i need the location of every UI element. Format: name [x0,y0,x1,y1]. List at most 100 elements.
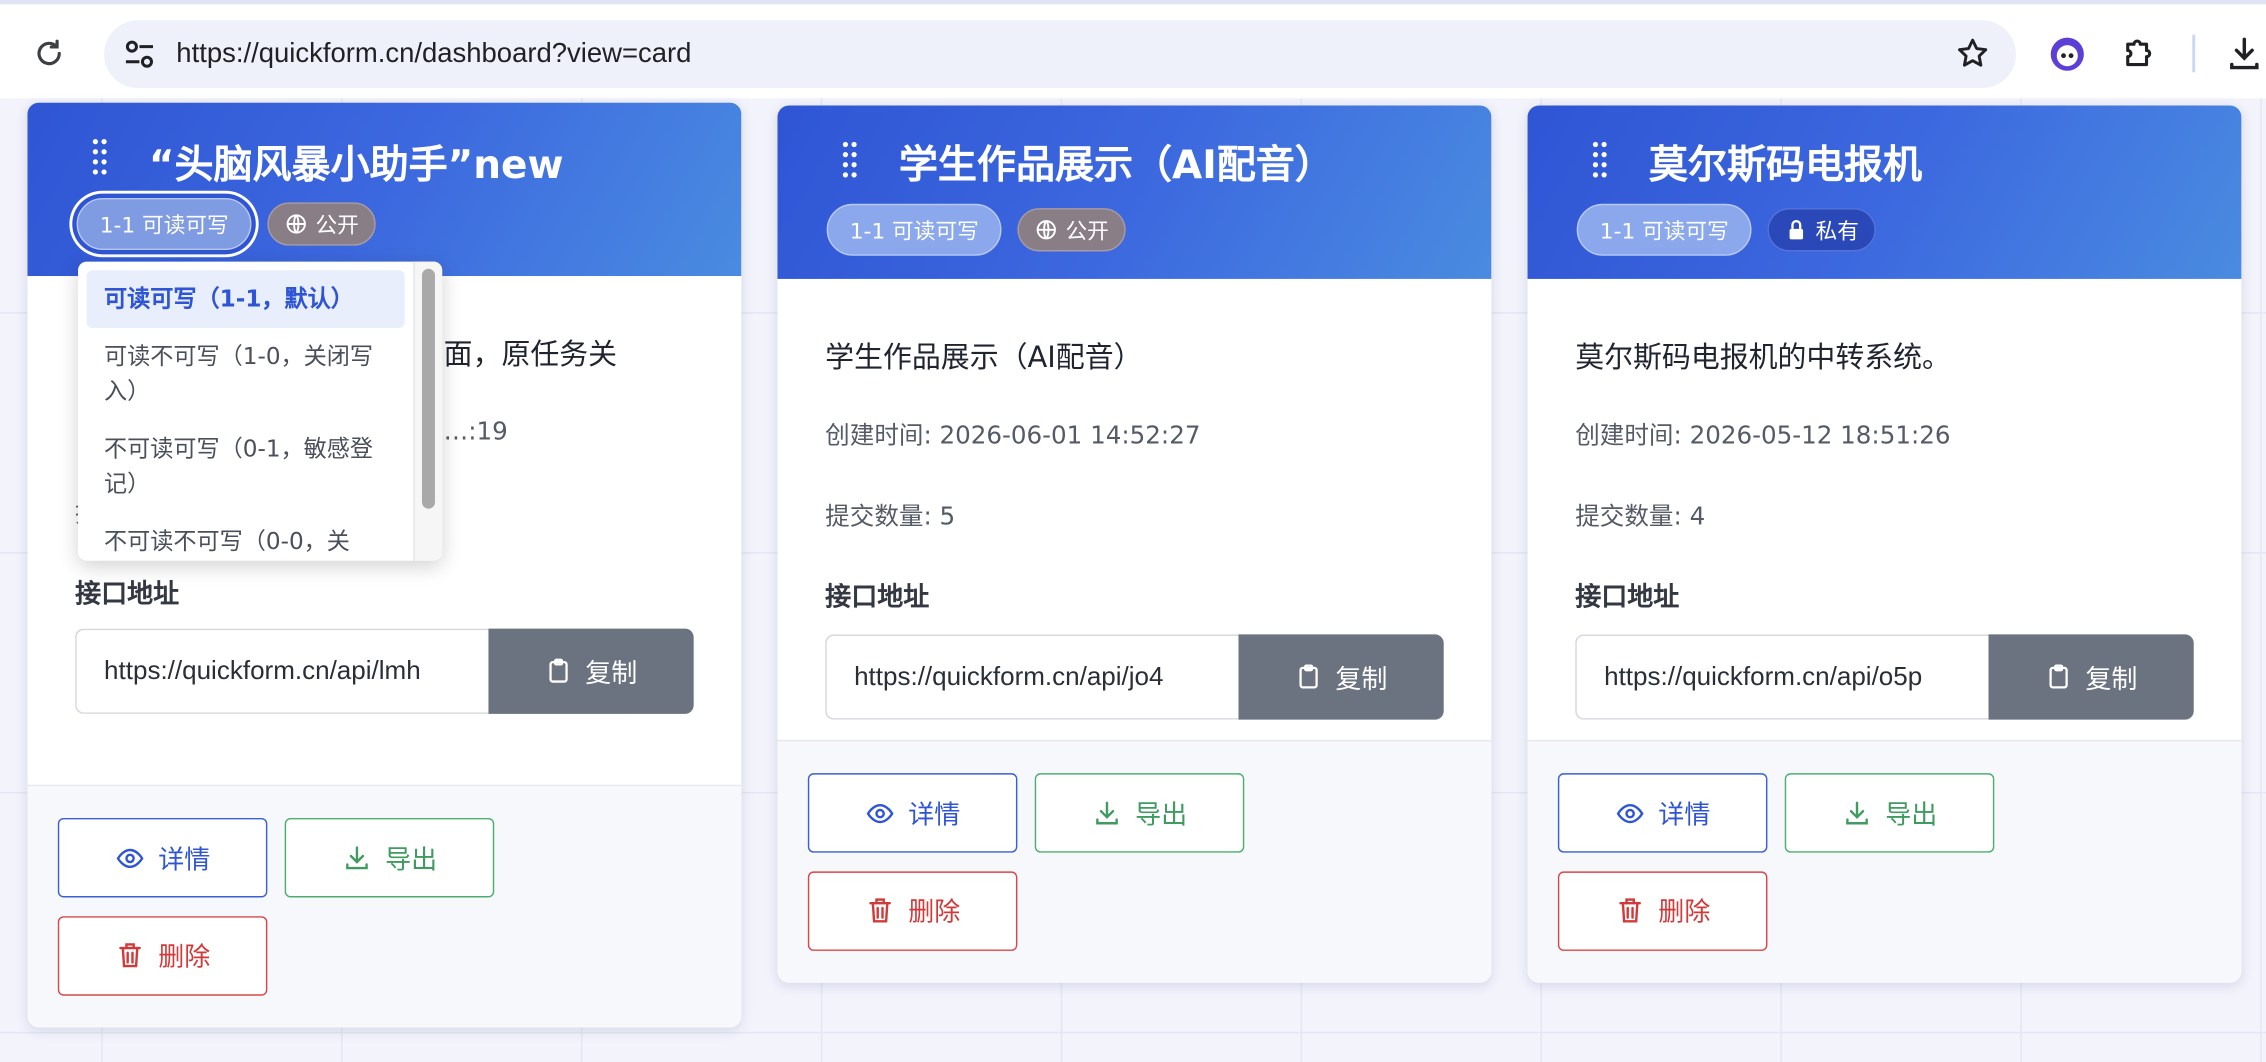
badge-group: 1-1 可读可写 公开 [76,197,377,251]
api-url-field[interactable]: https://quickform.cn/api/jo4 [825,634,1239,720]
copy-label: 复制 [585,658,638,689]
card-title: 学生作品展示（AI配音） [898,143,1334,188]
export-label: 导出 [1885,799,1938,831]
badge-group: 1-1 可读可写 公开 [826,203,1127,256]
drag-handle-icon[interactable] [1591,140,1608,180]
visibility-badge[interactable]: 公开 [1017,208,1127,252]
tune-icon[interactable] [121,36,157,72]
card-body: 莫尔斯码电报机的中转系统。 创建时间: 2026-05-12 18:51:26 … [1528,334,2242,720]
detail-label: 详情 [158,844,211,876]
export-button[interactable]: 导出 [284,817,495,898]
toolbar-divider [2192,34,2196,73]
api-row: https://quickform.cn/api/o5p 复制 [1575,634,2194,720]
card-description: 莫尔斯码电报机的中转系统。 [1575,339,1951,375]
delete-button[interactable]: 删除 [807,870,1018,951]
visibility-label: 私有 [1815,217,1859,244]
delete-label: 删除 [908,897,961,928]
card-actions: 详情 导出 删除 [27,784,742,1028]
permission-option[interactable]: 不可读不可写（0-0，关 [87,513,405,561]
detail-button[interactable]: 详情 [1557,773,1768,853]
created-time: 创建时间: 2026-06-01 14:52:27 [825,421,1201,451]
api-label: 接口地址 [75,579,180,610]
card-actions: 详情 导出 删除 [1527,739,2242,983]
submission-count: 提交数量: 4 [1575,502,1706,532]
browser-toolbar: https://quickform.cn/dashboard?view=card [0,0,2266,99]
api-row: https://quickform.cn/api/jo4 复制 [825,634,1444,720]
url-text[interactable]: https://quickform.cn/dashboard?view=card [176,39,691,71]
card-header: “头脑风暴小助手”new 1-1 可读可写 公开 [27,102,742,277]
card-description: 学生作品展示（AI配音） [825,339,1143,375]
permission-badge[interactable]: 1-1 可读可写 [1576,203,1752,256]
scrollbar-thumb[interactable] [421,268,435,509]
visibility-label: 公开 [315,211,359,238]
submission-count: 提交数量: 5 [825,502,956,532]
api-label: 接口地址 [1575,582,1680,613]
download-icon [1845,800,1868,824]
card-title: “头脑风暴小助手”new [148,143,564,188]
permission-option[interactable]: 可读可写（1-1，默认） [86,270,405,329]
delete-label: 删除 [1658,897,1711,928]
trash-icon [118,943,141,968]
form-card: 莫尔斯码电报机 1-1 可读可写 私有 莫尔斯码电报机的中转系统。 创建时间: … [1527,105,2242,983]
copy-button[interactable]: 复制 [1238,634,1444,720]
puzzle-icon[interactable] [2121,33,2159,71]
export-button[interactable]: 导出 [1784,773,1995,853]
app-root: https://quickform.cn/dashboard?view=card… [0,0,2266,1062]
card-actions: 详情 导出 删除 [777,739,1492,983]
trash-icon [868,898,891,923]
trash-icon [1618,898,1641,923]
copy-label: 复制 [2085,664,2138,695]
drag-handle-icon[interactable] [91,137,108,177]
export-label: 导出 [1135,799,1188,831]
address-bar[interactable]: https://quickform.cn/dashboard?view=card [104,20,2016,89]
drag-handle-icon[interactable] [841,140,858,180]
copy-button[interactable]: 复制 [1988,634,2194,720]
clipboard-icon [549,658,568,683]
form-card: “头脑风暴小助手”new 1-1 可读可写 公开 …界面，原任务关 …:19 提… [27,102,742,1028]
lock-icon [1789,219,1804,240]
reload-icon[interactable] [32,36,67,71]
dropdown-scrollbar[interactable] [413,261,443,561]
card-header: 学生作品展示（AI配音） 1-1 可读可写 公开 [777,105,1492,279]
clipboard-icon [2049,664,2068,689]
eye-icon [1615,803,1643,823]
visibility-badge[interactable]: 公开 [267,202,377,246]
download-icon[interactable] [2226,33,2264,73]
api-url-field[interactable]: https://quickform.cn/api/lmh [75,628,489,714]
permission-dropdown[interactable]: 可读可写（1-1，默认） 可读不可写（1-0，关闭写入） 不可读可写（0-1，敏… [78,261,443,561]
globe-icon [287,214,307,234]
download-icon [345,845,368,869]
eye-icon [865,803,893,823]
permission-badge[interactable]: 1-1 可读可写 [826,203,1002,256]
permission-option[interactable]: 不可读可写（0-1，敏感登记） [87,421,405,513]
delete-button[interactable]: 删除 [57,915,268,995]
extension-avatar-icon[interactable] [2049,36,2085,72]
created-time: 创建时间: 2026-05-12 18:51:26 [1575,421,1951,451]
detail-button[interactable]: 详情 [807,773,1018,853]
api-label: 接口地址 [825,582,930,613]
delete-label: 删除 [158,942,211,973]
eye-icon [115,848,143,868]
star-icon[interactable] [1955,36,1990,71]
detail-button[interactable]: 详情 [57,817,268,898]
card-body: 学生作品展示（AI配音） 创建时间: 2026-06-01 14:52:27 提… [777,334,1491,720]
copy-button[interactable]: 复制 [488,628,694,714]
api-url-field[interactable]: https://quickform.cn/api/o5p [1575,634,1989,720]
clipboard-icon [1299,664,1318,689]
card-header: 莫尔斯码电报机 1-1 可读可写 私有 [1527,105,2242,279]
copy-label: 复制 [1335,664,1388,695]
delete-button[interactable]: 删除 [1557,870,1768,951]
permission-options: 可读可写（1-1，默认） 可读不可写（1-0，关闭写入） 不可读可写（0-1，敏… [78,262,413,561]
form-card: 学生作品展示（AI配音） 1-1 可读可写 公开 学生作品展示（AI配音） 创建… [777,105,1492,983]
globe-icon [1037,220,1057,240]
detail-label: 详情 [908,799,961,831]
card-title: 莫尔斯码电报机 [1648,143,1923,188]
export-button[interactable]: 导出 [1034,773,1245,853]
permission-option[interactable]: 可读不可写（1-0，关闭写入） [87,328,405,420]
detail-label: 详情 [1658,799,1711,831]
permission-badge[interactable]: 1-1 可读可写 [76,197,252,251]
visibility-badge[interactable]: 私有 [1767,208,1877,252]
badge-group: 1-1 可读可写 私有 [1576,203,1877,256]
api-row: https://quickform.cn/api/lmh 复制 [75,628,694,714]
export-label: 导出 [385,844,438,876]
